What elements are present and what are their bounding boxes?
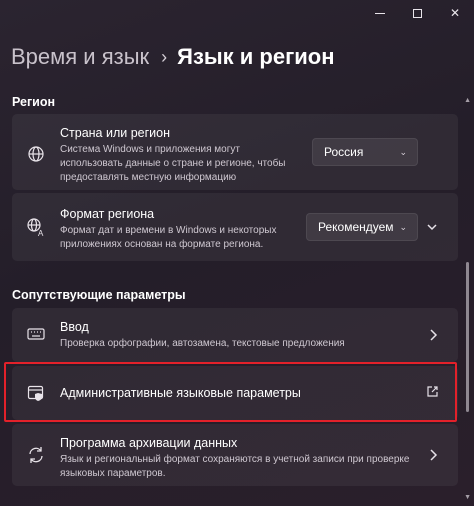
typing-title: Ввод <box>60 320 89 334</box>
expand-chevron-icon[interactable] <box>426 219 438 237</box>
minimize-icon <box>375 13 385 15</box>
chevron-down-icon: ⌄ <box>399 222 407 232</box>
page-title: Язык и регион <box>177 44 335 69</box>
typing-description: Проверка орфографии, автозамена, текстов… <box>60 338 345 349</box>
minimize-button[interactable] <box>370 4 390 22</box>
breadcrumb-separator: › <box>161 46 168 67</box>
scroll-down-arrow[interactable]: ▼ <box>464 494 471 501</box>
chevron-right-icon <box>428 328 440 342</box>
regional-format-description: Формат дат и времени в Windows и некотор… <box>60 225 277 250</box>
maximize-button[interactable] <box>407 4 427 22</box>
country-region-card: Страна или регион Система Windows и прил… <box>12 114 458 190</box>
regional-format-icon: A <box>26 217 46 237</box>
backup-description: Язык и региональный формат сохраняются в… <box>60 454 410 479</box>
globe-icon <box>26 144 46 164</box>
sync-backup-icon <box>26 445 46 465</box>
highlight-frame <box>4 362 457 422</box>
backup-card[interactable]: Программа архивации данных Язык и регион… <box>12 424 458 486</box>
country-region-dropdown[interactable]: Россия ⌄ <box>312 138 418 166</box>
svg-text:A: A <box>38 229 44 237</box>
keyboard-icon <box>26 324 46 344</box>
chevron-right-icon <box>428 448 440 462</box>
backup-title: Программа архивации данных <box>60 436 238 450</box>
country-region-title: Страна или регион <box>60 126 171 140</box>
regional-format-card[interactable]: A Формат региона Формат дат и времени в … <box>12 193 458 261</box>
maximize-icon <box>412 9 422 19</box>
section-title-related: Сопутствующие параметры <box>12 288 186 302</box>
regional-format-value: Рекомендуем <box>318 220 394 234</box>
scrollbar-thumb[interactable] <box>466 262 469 412</box>
section-title-region: Регион <box>12 95 56 109</box>
close-icon: ✕ <box>449 6 461 20</box>
close-button[interactable]: ✕ <box>445 4 465 22</box>
chevron-down-icon: ⌄ <box>399 147 407 157</box>
title-bar: ✕ <box>0 0 474 26</box>
regional-format-dropdown[interactable]: Рекомендуем ⌄ <box>306 213 418 241</box>
breadcrumb: Время и язык › Язык и регион <box>11 44 335 70</box>
breadcrumb-parent[interactable]: Время и язык <box>11 44 149 70</box>
typing-card[interactable]: Ввод Проверка орфографии, автозамена, те… <box>12 308 458 362</box>
regional-format-title: Формат региона <box>60 207 155 221</box>
country-region-value: Россия <box>324 145 364 159</box>
scrollbar[interactable] <box>466 100 469 500</box>
country-region-description: Система Windows и приложения могут испол… <box>60 144 286 183</box>
